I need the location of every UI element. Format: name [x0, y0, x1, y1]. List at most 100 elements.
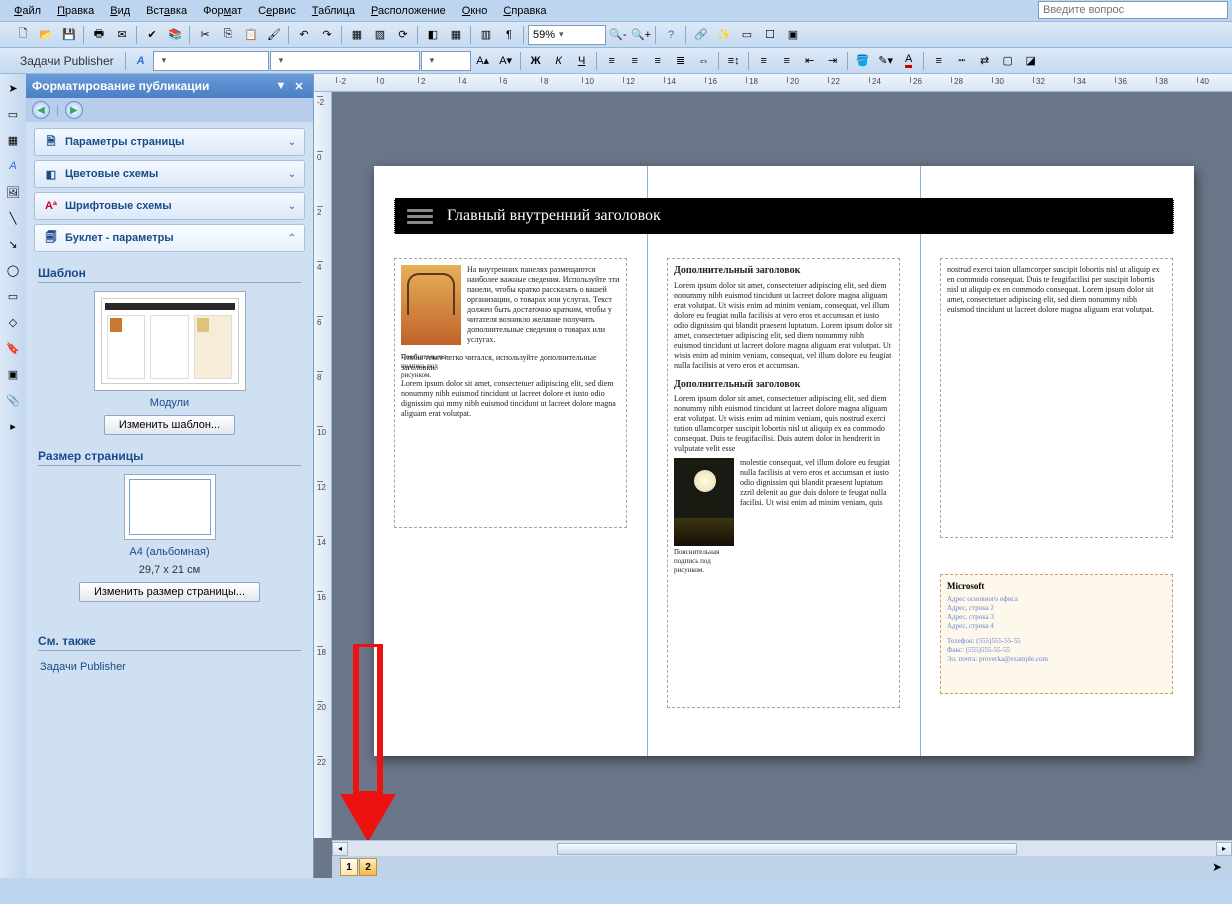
col3-textbox[interactable]: nostrud exerci taion ullamcorper suscipi…	[940, 258, 1173, 538]
align-right-icon[interactable]: ≡	[647, 50, 669, 72]
html-fragment-icon[interactable]: ▣	[782, 24, 804, 46]
menu-edit[interactable]: Правка	[49, 3, 102, 19]
scroll-left-icon[interactable]: ◂	[332, 842, 348, 856]
menu-table[interactable]: Таблица	[304, 3, 363, 19]
col2-image[interactable]	[674, 458, 734, 546]
autoshapes-tool-icon[interactable]: ◇	[3, 312, 23, 332]
document-canvas[interactable]: -20246810121416182022242628303234363840 …	[314, 74, 1232, 878]
insert-table-icon[interactable]: ▦	[445, 24, 467, 46]
hotspot-icon[interactable]: ▭	[736, 24, 758, 46]
shrink-font-icon[interactable]: A▾	[495, 50, 517, 72]
font-size-combo[interactable]	[421, 51, 471, 71]
copy-icon[interactable]: ⎘	[217, 24, 239, 46]
columns-icon[interactable]: ▥	[475, 24, 497, 46]
menu-window[interactable]: Окно	[454, 3, 496, 19]
redo-icon[interactable]: ↷	[316, 24, 338, 46]
change-pagesize-button[interactable]: Изменить размер страницы...	[79, 582, 260, 602]
zoom-combo[interactable]: 59%	[528, 25, 606, 45]
underline-icon[interactable]: Ч	[571, 50, 593, 72]
line-tool-icon[interactable]: ╲	[3, 208, 23, 228]
numbered-list-icon[interactable]: ≡	[753, 50, 775, 72]
menu-format[interactable]: Формат	[195, 3, 250, 19]
font-color-icon[interactable]: A	[898, 50, 920, 72]
scroll-right-icon[interactable]: ▸	[1216, 842, 1232, 856]
oval-tool-icon[interactable]: ◯	[3, 260, 23, 280]
transparent-icon[interactable]: ◧	[422, 24, 444, 46]
hyperlink-icon[interactable]: 🔗	[690, 24, 712, 46]
scrollbar-thumb[interactable]	[557, 843, 1017, 855]
table-tool-icon[interactable]: ▦	[3, 130, 23, 150]
paste-icon[interactable]: 📋	[240, 24, 262, 46]
paragraph-mark-icon[interactable]: ¶	[498, 24, 520, 46]
textbox-tool-icon[interactable]: ▭	[3, 104, 23, 124]
style-combo[interactable]	[153, 51, 269, 71]
spellcheck-icon[interactable]: ✔	[141, 24, 163, 46]
cut-icon[interactable]: ✂	[194, 24, 216, 46]
email-icon[interactable]: ✉	[111, 24, 133, 46]
print-icon[interactable]: 🖶	[88, 24, 110, 46]
line-style-icon[interactable]: ≡	[928, 50, 950, 72]
task-pane-close-icon[interactable]: ✕	[291, 78, 307, 94]
align-center-icon[interactable]: ≡	[624, 50, 646, 72]
rectangle-tool-icon[interactable]: ▭	[3, 286, 23, 306]
picture-frame-icon[interactable]: 🖼	[3, 182, 23, 202]
form-control-icon[interactable]: ☐	[759, 24, 781, 46]
3d-style-icon[interactable]: ◪	[1020, 50, 1042, 72]
arrow-tool-icon[interactable]: ↘	[3, 234, 23, 254]
nav-back-icon[interactable]: ◀	[32, 101, 50, 119]
undo-icon[interactable]: ↶	[293, 24, 315, 46]
menu-view[interactable]: Вид	[102, 3, 138, 19]
see-also-link-1[interactable]: Задачи Publisher	[38, 657, 301, 677]
align-left-icon[interactable]: ≡	[601, 50, 623, 72]
pagesize-thumbnail[interactable]	[124, 474, 216, 540]
menu-arrange[interactable]: Расположение	[363, 3, 454, 19]
menu-service[interactable]: Сервис	[250, 3, 304, 19]
help-icon[interactable]: ?	[660, 24, 682, 46]
template-thumbnail[interactable]	[94, 291, 246, 391]
page-tab-2[interactable]: 2	[359, 858, 377, 876]
dash-style-icon[interactable]: ┉	[951, 50, 973, 72]
col1-textbox[interactable]: На внутренних панелях размещаются наибол…	[394, 258, 627, 528]
align-justify-icon[interactable]: ≣	[670, 50, 692, 72]
distribute-icon[interactable]: ⇔	[693, 50, 715, 72]
col1-image[interactable]	[401, 265, 461, 345]
shadow-icon[interactable]: ▢	[997, 50, 1019, 72]
save-icon[interactable]: 💾	[58, 24, 80, 46]
new-doc-icon[interactable]: 🗋	[12, 24, 34, 46]
menu-file[interactable]: ФФайлайл	[6, 3, 49, 19]
publication-page[interactable]: Главный внутренний заголовок На внутренн…	[374, 166, 1194, 756]
col2-textbox[interactable]: Дополнительный заголовок Lorem ipsum dol…	[667, 258, 900, 708]
research-icon[interactable]: 📚	[164, 24, 186, 46]
change-template-button[interactable]: Изменить шаблон...	[104, 415, 235, 435]
item-clip-icon[interactable]: 📎	[3, 390, 23, 410]
task-pane-dropdown-icon[interactable]: ▼	[273, 78, 289, 94]
bookmark-tool-icon[interactable]: 🔖	[3, 338, 23, 358]
horizontal-scrollbar[interactable]: ◂ ▸	[332, 840, 1232, 856]
send-back-icon[interactable]: ▧	[369, 24, 391, 46]
rotate-icon[interactable]: ⟳	[392, 24, 414, 46]
zoom-out-icon[interactable]: 🔍-	[607, 24, 629, 46]
increase-indent-icon[interactable]: ⇥	[822, 50, 844, 72]
fill-color-icon[interactable]: 🪣	[852, 50, 874, 72]
accordion-color-schemes[interactable]: ◧ Цветовые схемы ⌄	[34, 160, 305, 188]
font-combo[interactable]	[270, 51, 420, 71]
bulleted-list-icon[interactable]: ≡	[776, 50, 798, 72]
design-gallery-icon[interactable]: ▣	[3, 364, 23, 384]
wordart-tool-icon[interactable]: A	[3, 156, 23, 176]
tasks-label[interactable]: Задачи Publisher	[12, 54, 122, 68]
bold-icon[interactable]: Ж	[525, 50, 547, 72]
line-spacing-icon[interactable]: ≡↕	[723, 50, 745, 72]
decrease-indent-icon[interactable]: ⇤	[799, 50, 821, 72]
line-color-icon[interactable]: ✎▾	[875, 50, 897, 72]
menu-help[interactable]: Справка	[495, 3, 554, 19]
zoom-in-icon[interactable]: 🔍+	[630, 24, 652, 46]
bring-front-icon[interactable]: ▦	[346, 24, 368, 46]
format-painter-icon[interactable]: 🖌	[263, 24, 285, 46]
contact-card[interactable]: Microsoft Адрес основного офиса Адрес, с…	[940, 574, 1173, 694]
expand-icon[interactable]: ▸	[3, 416, 23, 436]
style-a-icon[interactable]: A	[130, 50, 152, 72]
menu-insert[interactable]: Вставка	[138, 3, 195, 19]
italic-icon[interactable]: К	[548, 50, 570, 72]
accordion-font-schemes[interactable]: Aª Шрифтовые схемы ⌄	[34, 192, 305, 220]
accordion-page-options[interactable]: 🗎 Параметры страницы ⌄	[34, 128, 305, 156]
